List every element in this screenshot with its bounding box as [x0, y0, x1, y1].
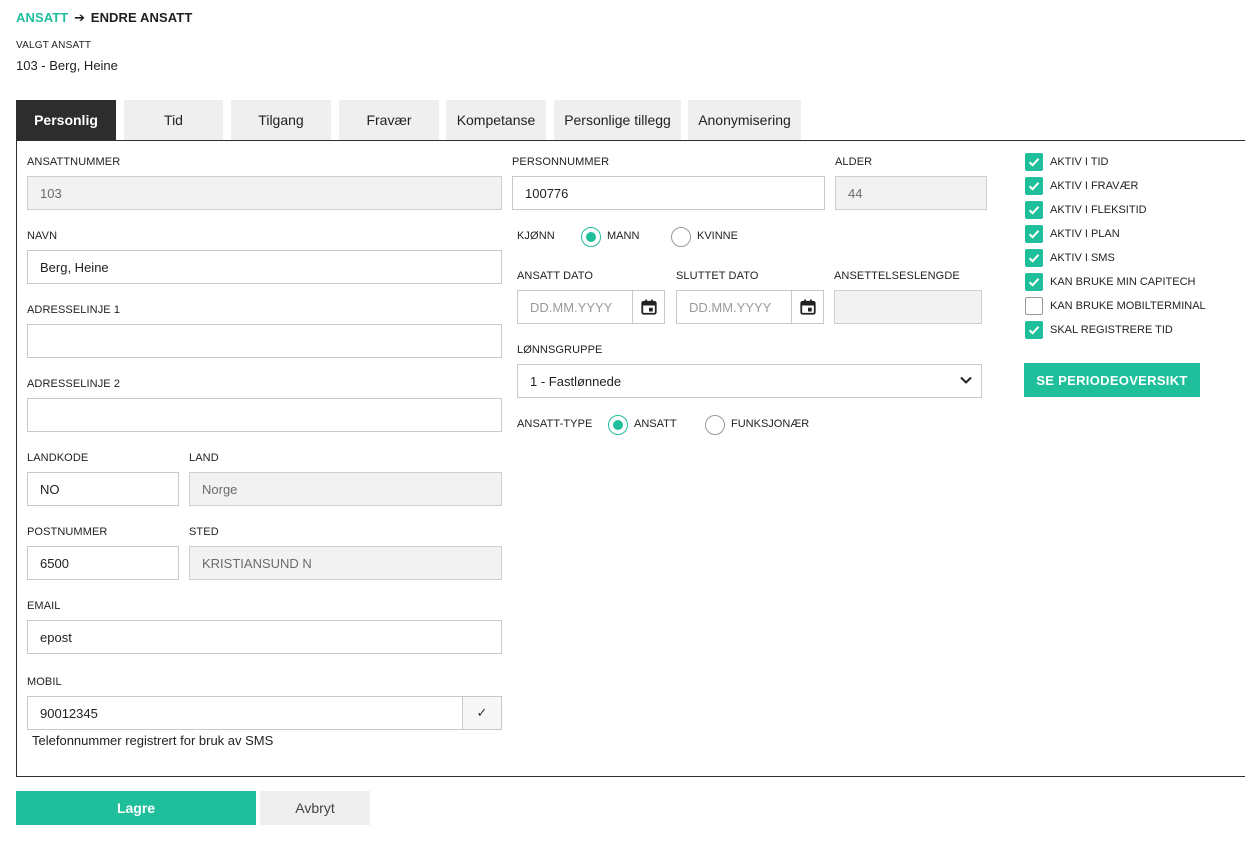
checkmark-icon — [1028, 230, 1040, 239]
cancel-button[interactable]: Avbryt — [260, 791, 370, 825]
checkbox-label: AKTIV I PLAN — [1050, 228, 1120, 240]
sted-label: STED — [189, 526, 219, 538]
ansatt-type-funksjonaer-label: FUNKSJONÆR — [731, 418, 810, 430]
checkbox-label: SKAL REGISTRERE TID — [1050, 324, 1173, 336]
email-label: EMAIL — [27, 600, 61, 612]
checkmark-icon — [1028, 326, 1040, 335]
breadcrumb-current: ENDRE ANSATT — [90, 10, 193, 25]
navn-field[interactable]: Berg, Heine — [27, 250, 502, 284]
ansettelseslengde-label: ANSETTELSESLENGDE — [834, 270, 960, 282]
chevron-down-icon — [959, 373, 973, 390]
ansatt-type-ansatt-label: ANSATT — [634, 418, 677, 430]
adresse1-label: ADRESSELINJE 1 — [27, 304, 121, 316]
checkbox[interactable] — [1025, 297, 1043, 315]
checkmark-icon — [1028, 278, 1040, 287]
mobil-field[interactable]: 90012345 — [27, 696, 463, 730]
selected-employee-label: VALGT ANSATT — [16, 40, 92, 51]
adresse2-field[interactable] — [27, 398, 502, 432]
land-field: Norge — [189, 472, 502, 506]
land-label: LAND — [189, 452, 219, 464]
mobil-verify-button[interactable]: ✓ — [462, 696, 502, 730]
breadcrumb-root[interactable]: ANSATT — [16, 10, 68, 25]
tab-kompetanse[interactable]: Kompetanse — [446, 100, 546, 140]
adresse1-field[interactable] — [27, 324, 502, 358]
personnummer-field[interactable]: 100776 — [512, 176, 825, 210]
kjonn-label: KJØNN — [517, 230, 555, 242]
checkbox[interactable] — [1025, 321, 1043, 339]
checkbox-label: AKTIV I TID — [1050, 156, 1109, 168]
landkode-label: LANDKODE — [27, 452, 89, 464]
checkbox-label: AKTIV I FRAVÆR — [1050, 180, 1139, 192]
checkbox[interactable] — [1025, 153, 1043, 171]
ansattnummer-label: ANSATTNUMMER — [27, 156, 121, 168]
adresse2-label: ADRESSELINJE 2 — [27, 378, 121, 390]
calendar-icon[interactable] — [791, 290, 824, 324]
sluttet-dato-label: SLUTTET DATO — [676, 270, 759, 282]
ansatt-dato-field[interactable]: DD.MM.YYYY — [517, 290, 633, 324]
mobil-hint: Telefonnummer registrert for bruk av SMS — [32, 733, 274, 748]
kjonn-kvinne-label: KVINNE — [697, 230, 738, 242]
breadcrumb: ANSATT ➔ ENDRE ANSATT — [16, 10, 192, 26]
kjonn-kvinne-radio[interactable] — [671, 227, 691, 247]
ansatt-type-funksjonaer-radio[interactable] — [705, 415, 725, 435]
alder-field: 44 — [835, 176, 987, 210]
lonnsgruppe-select[interactable]: 1 - Fastlønnede — [517, 364, 982, 398]
postnummer-label: POSTNUMMER — [27, 526, 108, 538]
kjonn-mann-radio[interactable] — [581, 227, 601, 247]
checkmark-icon — [1028, 254, 1040, 263]
tab-tid[interactable]: Tid — [124, 100, 223, 140]
tab-tilgang[interactable]: Tilgang — [231, 100, 331, 140]
sluttet-dato-field[interactable]: DD.MM.YYYY — [676, 290, 792, 324]
arrow-right-icon: ➔ — [74, 10, 86, 25]
selected-employee-value: 103 - Berg, Heine — [16, 58, 118, 73]
checkbox-label: AKTIV I SMS — [1050, 252, 1115, 264]
sted-field: KRISTIANSUND N — [189, 546, 502, 580]
checkbox-label: KAN BRUKE MOBILTERMINAL — [1050, 300, 1206, 312]
email-field[interactable]: epost — [27, 620, 502, 654]
checkbox[interactable] — [1025, 225, 1043, 243]
ansatt-dato-label: ANSATT DATO — [517, 270, 594, 282]
kjonn-mann-label: MANN — [607, 230, 640, 242]
checkbox-label: KAN BRUKE MIN CAPITECH — [1050, 276, 1196, 288]
landkode-field[interactable]: NO — [27, 472, 179, 506]
se-periodeoversikt-button[interactable]: SE PERIODEOVERSIKT — [1024, 363, 1200, 397]
checkbox[interactable] — [1025, 273, 1043, 291]
tab-personlige-tillegg[interactable]: Personlige tillegg — [554, 100, 681, 140]
checkmark-icon — [1028, 158, 1040, 167]
navn-label: NAVN — [27, 230, 58, 242]
tab-fravaer[interactable]: Fravær — [339, 100, 439, 140]
lonnsgruppe-value: 1 - Fastlønnede — [530, 373, 622, 389]
personnummer-label: PERSONNUMMER — [512, 156, 610, 168]
ansatt-type-ansatt-radio[interactable] — [608, 415, 628, 435]
checkbox[interactable] — [1025, 177, 1043, 195]
postnummer-field[interactable]: 6500 — [27, 546, 179, 580]
ansattnummer-field: 103 — [27, 176, 502, 210]
checkbox[interactable] — [1025, 249, 1043, 267]
checkbox-label: AKTIV I FLEKSITID — [1050, 204, 1147, 216]
calendar-icon[interactable] — [632, 290, 665, 324]
alder-label: ALDER — [835, 156, 873, 168]
mobil-label: MOBIL — [27, 676, 62, 688]
save-button[interactable]: Lagre — [16, 791, 256, 825]
tab-personlig[interactable]: Personlig — [16, 100, 116, 140]
tab-anonymisering[interactable]: Anonymisering — [688, 100, 801, 140]
checkmark-icon — [1028, 182, 1040, 191]
ansatt-type-label: ANSATT-TYPE — [517, 418, 593, 430]
checkbox[interactable] — [1025, 201, 1043, 219]
lonnsgruppe-label: LØNNSGRUPPE — [517, 344, 603, 356]
ansettelseslengde-field — [834, 290, 982, 324]
checkmark-icon — [1028, 206, 1040, 215]
